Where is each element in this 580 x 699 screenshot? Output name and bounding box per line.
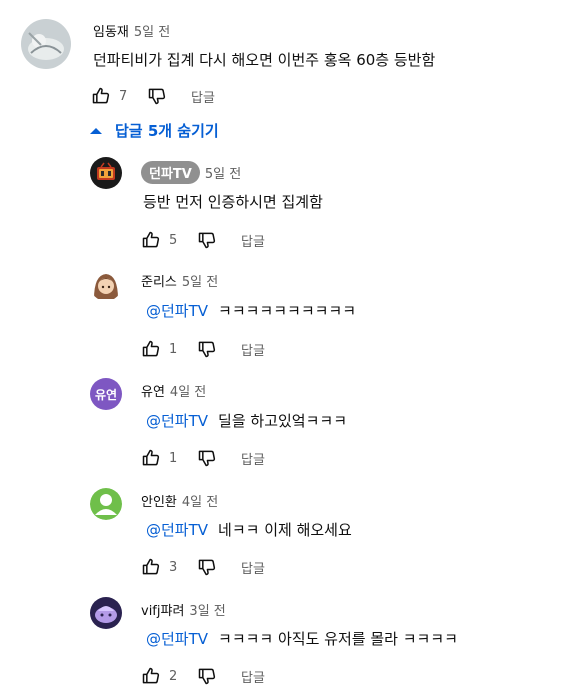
author-name[interactable]: 준리스 bbox=[141, 271, 177, 290]
comment-header: 던파TV 5일 전 bbox=[141, 161, 241, 184]
thumbs-down-icon bbox=[198, 232, 216, 249]
timestamp[interactable]: 5일 전 bbox=[182, 271, 218, 290]
reply-item: vifj퍄려 3일 전 @던파TV ㅋㅋㅋㅋ 아직도 유저를 몰라 ㅋㅋㅋㅋ 2 … bbox=[0, 595, 580, 699]
thumbs-up-icon bbox=[142, 558, 160, 575]
comment-actions: 7 답글 bbox=[89, 84, 215, 108]
thumbs-down-icon bbox=[198, 668, 216, 685]
reply-button[interactable]: 답글 bbox=[241, 558, 265, 577]
like-button[interactable] bbox=[139, 228, 163, 252]
comment-actions: 3 답글 bbox=[139, 555, 265, 579]
comment-body: ㅋㅋㅋㅋ 아직도 유저를 몰라 ㅋㅋㅋㅋ bbox=[218, 630, 458, 648]
timestamp[interactable]: 4일 전 bbox=[182, 491, 218, 510]
dislike-button[interactable] bbox=[195, 555, 219, 579]
mention-link[interactable]: @던파TV bbox=[146, 630, 208, 648]
thumbs-up-icon bbox=[142, 667, 160, 684]
comment-text: @던파TV ㅋㅋㅋㅋㅋㅋㅋㅋㅋㅋ bbox=[146, 300, 356, 321]
thumbs-up-icon bbox=[142, 231, 160, 248]
avatar[interactable] bbox=[90, 157, 122, 189]
like-count: 1 bbox=[169, 450, 178, 466]
dislike-button[interactable] bbox=[145, 84, 169, 108]
reply-button[interactable]: 답글 bbox=[241, 449, 265, 468]
comment-header: vifj퍄려 3일 전 bbox=[141, 600, 226, 619]
like-count: 3 bbox=[169, 559, 178, 575]
channel-owner-badge[interactable]: 던파TV bbox=[141, 161, 200, 184]
comment-text: 던파티비가 집계 다시 해오면 이번주 홍옥 60층 등반함 bbox=[93, 51, 436, 69]
timestamp[interactable]: 5일 전 bbox=[134, 21, 170, 40]
caret-up-icon bbox=[90, 127, 102, 134]
comment-text: @던파TV 딜을 하고있엌ㅋㅋㅋ bbox=[146, 410, 347, 431]
author-name[interactable]: 임동재 bbox=[93, 21, 129, 40]
comment-text: @던파TV ㅋㅋㅋㅋ 아직도 유저를 몰라 ㅋㅋㅋㅋ bbox=[146, 628, 458, 649]
avatar-initials: 유연 bbox=[94, 387, 118, 402]
avatar[interactable] bbox=[90, 597, 122, 629]
timestamp[interactable]: 4일 전 bbox=[170, 381, 206, 400]
thumbs-down-icon bbox=[198, 559, 216, 576]
like-button[interactable] bbox=[139, 337, 163, 361]
avatar[interactable] bbox=[90, 269, 122, 301]
comment-actions: 1 답글 bbox=[139, 446, 265, 470]
thumbs-up-icon bbox=[142, 340, 160, 357]
reply-button[interactable]: 답글 bbox=[241, 340, 265, 359]
author-name[interactable]: 유연 bbox=[141, 381, 165, 400]
comment-header: 임동재 5일 전 bbox=[93, 21, 170, 40]
author-name[interactable]: vifj퍄려 bbox=[141, 600, 184, 619]
like-button[interactable] bbox=[139, 664, 163, 688]
reply-button[interactable]: 답글 bbox=[241, 231, 265, 250]
timestamp[interactable]: 3일 전 bbox=[189, 600, 225, 619]
reply-item: 유연 유연 4일 전 @던파TV 딜을 하고있엌ㅋㅋㅋ 1 답글 bbox=[0, 376, 580, 481]
like-count: 1 bbox=[169, 341, 178, 357]
comment-actions: 1 답글 bbox=[139, 337, 265, 361]
comment-body: ㅋㅋㅋㅋㅋㅋㅋㅋㅋㅋ bbox=[218, 302, 357, 320]
comment-main: 임동재 5일 전 던파티비가 집계 다시 해오면 이번주 홍옥 60층 등반함 … bbox=[0, 0, 580, 120]
thumbs-down-icon bbox=[148, 88, 166, 105]
avatar[interactable]: 유연 bbox=[90, 378, 122, 410]
dislike-button[interactable] bbox=[195, 337, 219, 361]
comment-header: 안인환 4일 전 bbox=[141, 491, 218, 510]
reply-button[interactable]: 답글 bbox=[191, 87, 215, 106]
comment-body: 네ㅋㅋ 이제 해오세요 bbox=[218, 521, 352, 539]
thumbs-up-icon bbox=[92, 87, 110, 104]
comment-actions: 5 답글 bbox=[139, 228, 265, 252]
dislike-button[interactable] bbox=[195, 228, 219, 252]
reply-item: 안인환 4일 전 @던파TV 네ㅋㅋ 이제 해오세요 3 답글 bbox=[0, 486, 580, 591]
mention-link[interactable]: @던파TV bbox=[146, 521, 208, 539]
mention-link[interactable]: @던파TV bbox=[146, 302, 208, 320]
thumbs-down-icon bbox=[198, 450, 216, 467]
comment-header: 유연 4일 전 bbox=[141, 381, 206, 400]
comment-body: 딜을 하고있엌ㅋㅋㅋ bbox=[218, 412, 348, 430]
reply-item: 준리스 5일 전 @던파TV ㅋㅋㅋㅋㅋㅋㅋㅋㅋㅋ 1 답글 bbox=[0, 266, 580, 371]
hide-replies-button[interactable]: 답글 5개 숨기기 bbox=[89, 120, 219, 141]
dislike-button[interactable] bbox=[195, 446, 219, 470]
avatar[interactable] bbox=[21, 19, 71, 69]
hide-replies-label: 답글 5개 숨기기 bbox=[115, 122, 219, 140]
reply-button[interactable]: 답글 bbox=[241, 667, 265, 686]
mention-link[interactable]: @던파TV bbox=[146, 412, 208, 430]
thumbs-up-icon bbox=[142, 449, 160, 466]
reply-item: 던파TV 5일 전 등반 먼저 인증하시면 집계함 5 답글 bbox=[0, 155, 580, 260]
author-name[interactable]: 안인환 bbox=[141, 491, 177, 510]
comment-header: 준리스 5일 전 bbox=[141, 271, 218, 290]
like-count: 7 bbox=[119, 88, 128, 104]
dislike-button[interactable] bbox=[195, 664, 219, 688]
like-count: 2 bbox=[169, 668, 178, 684]
timestamp[interactable]: 5일 전 bbox=[205, 163, 241, 182]
like-count: 5 bbox=[169, 232, 178, 248]
like-button[interactable] bbox=[139, 555, 163, 579]
comment-text: @던파TV 네ㅋㅋ 이제 해오세요 bbox=[146, 519, 352, 540]
like-button[interactable] bbox=[89, 84, 113, 108]
like-button[interactable] bbox=[139, 446, 163, 470]
avatar[interactable] bbox=[90, 488, 122, 520]
comment-actions: 2 답글 bbox=[139, 664, 265, 688]
thumbs-down-icon bbox=[198, 341, 216, 358]
comment-text: 등반 먼저 인증하시면 집계함 bbox=[143, 193, 323, 211]
